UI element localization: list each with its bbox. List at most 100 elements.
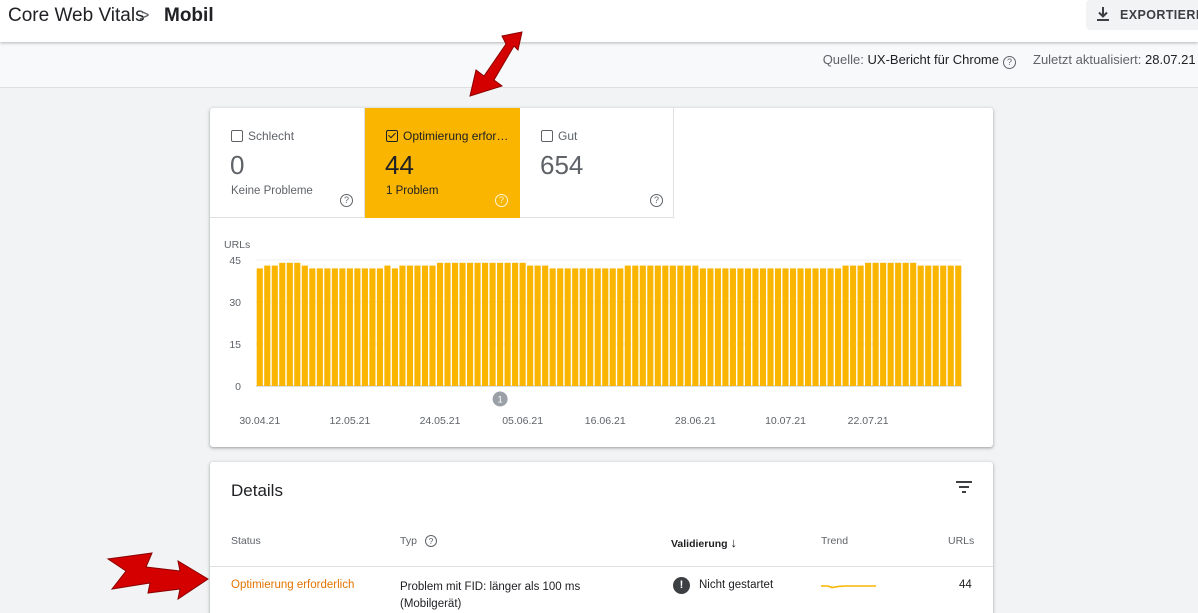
bar xyxy=(797,268,804,386)
column-header-status: Status xyxy=(231,535,261,547)
bar xyxy=(804,268,812,386)
bar xyxy=(654,265,661,386)
bar xyxy=(376,268,383,386)
bar xyxy=(564,268,571,386)
bar xyxy=(940,265,947,386)
bar xyxy=(737,268,744,386)
checkbox-poor[interactable] xyxy=(231,130,243,142)
bar xyxy=(594,268,601,386)
bar xyxy=(489,262,496,386)
bar xyxy=(677,265,684,386)
bar xyxy=(752,268,759,386)
bar xyxy=(639,265,646,386)
bar xyxy=(316,268,323,386)
column-header-type: Typ? xyxy=(400,535,437,547)
bar xyxy=(429,265,436,386)
breadcrumb-root[interactable]: Core Web Vitals xyxy=(8,5,145,27)
bar xyxy=(354,268,361,386)
bar xyxy=(812,268,819,386)
bar xyxy=(744,268,752,386)
bar xyxy=(684,265,691,386)
bar xyxy=(421,265,429,386)
page-title: Mobil xyxy=(164,5,214,26)
bar xyxy=(504,262,511,386)
help-icon[interactable]: ? xyxy=(650,194,663,207)
bar xyxy=(384,265,391,386)
bar xyxy=(466,262,474,386)
tile-poor-label: Schlecht xyxy=(248,129,295,143)
checkbox-good[interactable] xyxy=(541,130,553,142)
y-tick-label: 15 xyxy=(229,339,241,351)
bar xyxy=(369,268,376,386)
bar xyxy=(271,265,278,386)
bar xyxy=(474,262,481,386)
bar xyxy=(339,268,346,386)
tile-poor-value: 0 xyxy=(230,150,245,180)
bar xyxy=(391,268,399,386)
bar xyxy=(459,262,466,386)
bar xyxy=(955,265,962,386)
bar xyxy=(324,268,331,386)
bar xyxy=(782,268,789,386)
tile-good-label: Gut xyxy=(558,129,578,143)
bar xyxy=(542,265,549,386)
bar xyxy=(451,262,459,386)
bar xyxy=(587,268,594,386)
tile-poor[interactable]: Schlecht 0 Keine Probleme ? xyxy=(210,108,365,218)
bar xyxy=(482,262,489,386)
row-urls: 44 xyxy=(959,579,972,591)
info-bar: Quelle: UX-Bericht für Chrome? Zuletzt a… xyxy=(0,42,1198,88)
bar xyxy=(714,268,721,386)
trend-sparkline xyxy=(821,585,876,589)
bar xyxy=(549,268,556,386)
bar xyxy=(602,268,609,386)
bar xyxy=(669,265,676,386)
bar xyxy=(692,265,699,386)
column-header-validation[interactable]: Validierung ↓ xyxy=(671,535,737,550)
filter-icon[interactable] xyxy=(954,479,974,495)
bar xyxy=(910,262,917,386)
tile-poor-subtitle: Keine Probleme xyxy=(231,185,313,197)
annotation-label: 1 xyxy=(498,395,503,405)
export-button[interactable]: EXPORTIEREN xyxy=(1086,0,1198,30)
bar xyxy=(346,268,353,386)
column-header-validation-label: Validierung xyxy=(671,538,728,550)
bar xyxy=(857,265,864,386)
tile-good[interactable]: Gut 654 ? xyxy=(520,108,674,218)
bar xyxy=(399,265,406,386)
last-updated: Zuletzt aktualisiert: 28.07.21 xyxy=(1033,52,1196,67)
help-icon[interactable]: ? xyxy=(1003,56,1016,69)
annotation-arrow-icon xyxy=(469,31,523,97)
help-icon[interactable]: ? xyxy=(340,194,353,207)
y-tick-label: 0 xyxy=(235,381,241,393)
help-icon[interactable]: ? xyxy=(424,535,437,547)
bar xyxy=(729,268,736,386)
help-icon[interactable]: ? xyxy=(495,194,508,207)
alert-icon: ! xyxy=(673,577,690,594)
updated-label: Zuletzt aktualisiert: xyxy=(1033,52,1142,67)
bar xyxy=(865,262,872,386)
bar xyxy=(617,268,624,386)
table-row[interactable]: Optimierung erforderlich Problem mit FID… xyxy=(210,567,993,613)
checkbox-needs-improvement[interactable] xyxy=(386,130,398,142)
bar xyxy=(294,262,301,386)
updated-value: 28.07.21 xyxy=(1145,52,1196,67)
bar xyxy=(835,268,842,386)
bar xyxy=(406,265,414,386)
bar xyxy=(331,268,338,386)
x-tick-label: 10.07.21 xyxy=(765,415,806,427)
x-tick-label: 28.06.21 xyxy=(675,415,716,427)
bar xyxy=(497,262,504,386)
bar xyxy=(444,262,451,386)
bar xyxy=(301,265,308,386)
bar xyxy=(932,265,939,386)
x-tick-label: 16.06.21 xyxy=(585,415,626,427)
y-tick-label: 30 xyxy=(229,297,241,309)
bar xyxy=(527,265,534,386)
bar xyxy=(925,265,932,386)
tile-needs-improvement-value: 44 xyxy=(385,150,414,180)
tile-needs-improvement-subtitle: 1 Problem xyxy=(386,185,439,197)
tile-needs-improvement[interactable]: Optimierung erfor… 44 1 Problem ? xyxy=(365,108,520,218)
source-label: Quelle: xyxy=(822,52,864,67)
bar xyxy=(519,262,526,386)
